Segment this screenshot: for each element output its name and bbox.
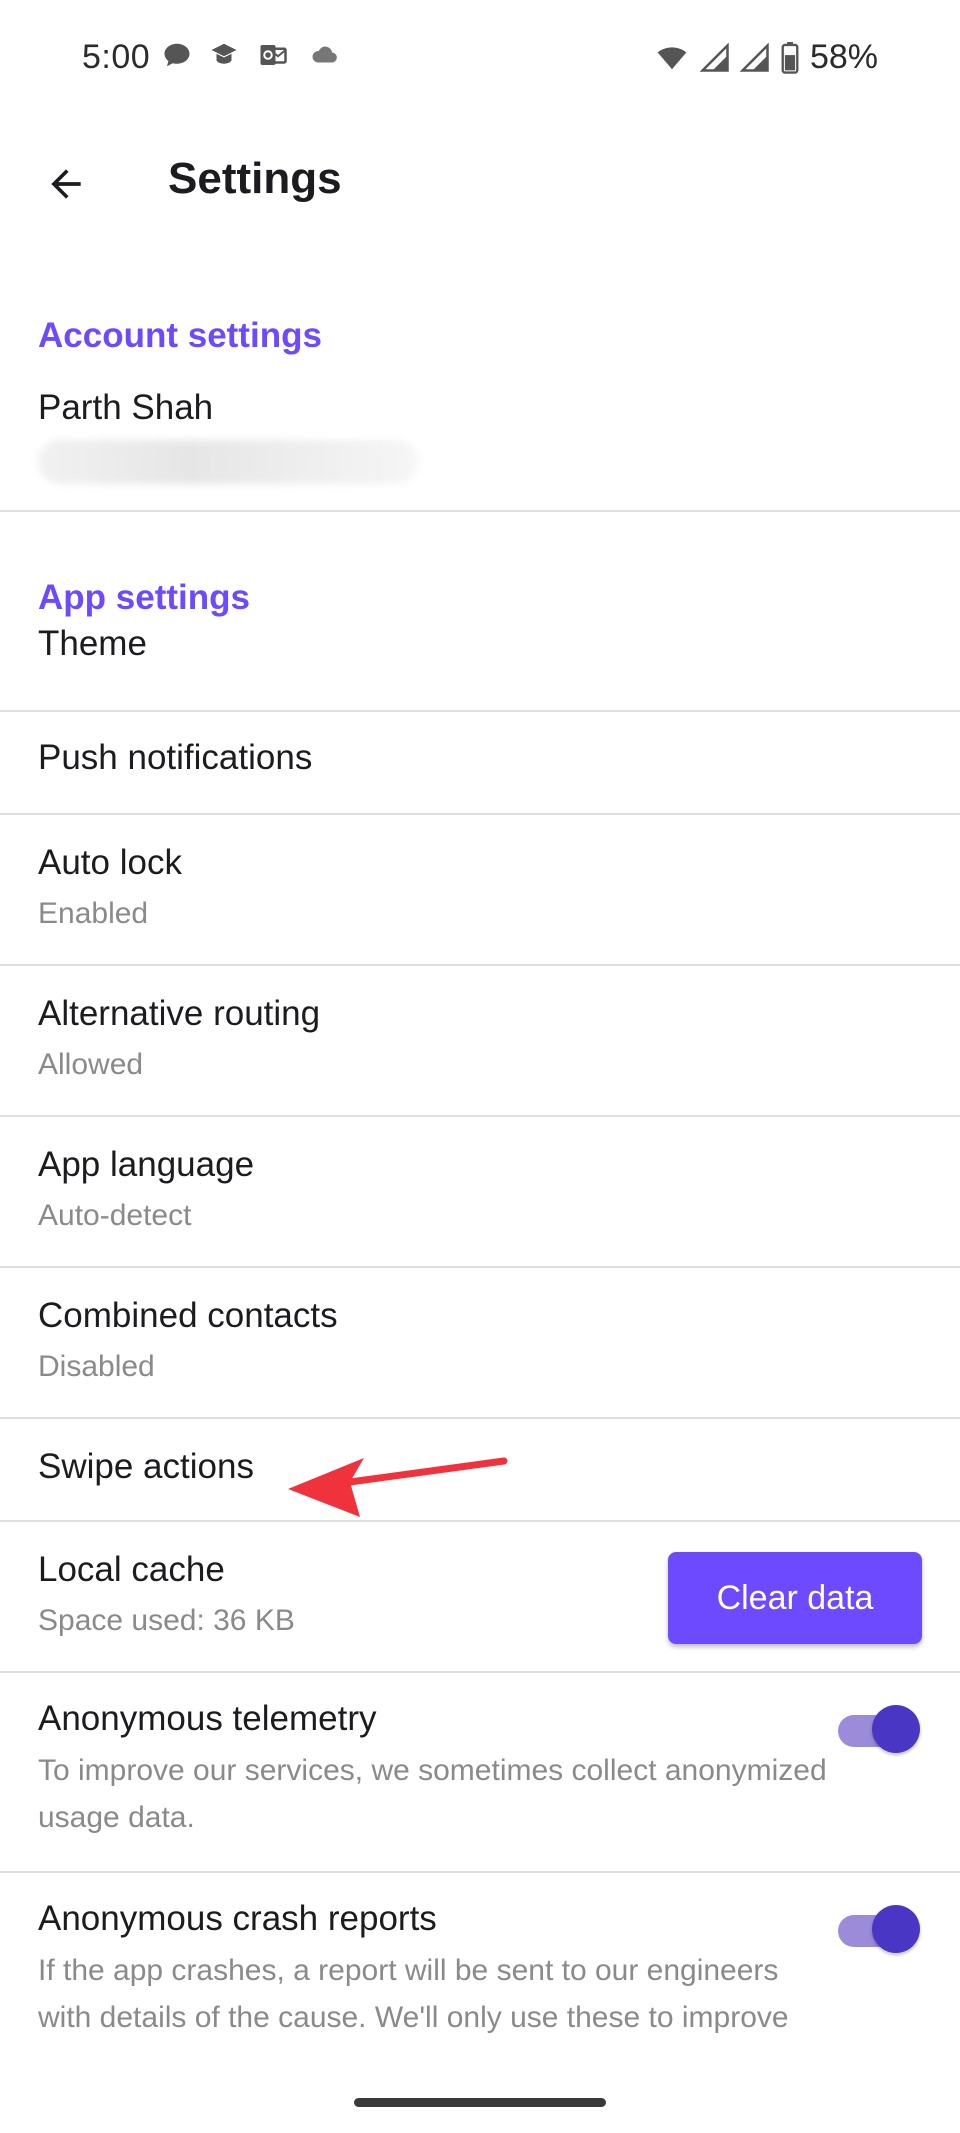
app-settings-header-row: App settings — [0, 512, 960, 617]
setting-title: Alternative routing — [38, 994, 321, 1033]
setting-app-language[interactable]: App language Auto-detect — [0, 1117, 960, 1268]
app-bar: Settings — [0, 120, 960, 244]
setting-subtitle: Enabled — [38, 897, 149, 930]
account-name: Parth Shah — [38, 388, 214, 427]
chat-icon — [162, 40, 192, 70]
status-bar: 5:00 58% — [0, 0, 960, 120]
clear-data-button[interactable]: Clear data — [668, 1552, 922, 1644]
back-button[interactable] — [36, 156, 96, 216]
setting-title: Local cache — [38, 1550, 225, 1589]
cloud-icon — [306, 40, 342, 70]
setting-anonymous-telemetry[interactable]: Anonymous telemetry To improve our servi… — [0, 1673, 960, 1873]
setting-title: Push notifications — [38, 738, 313, 777]
graduation-cap-icon — [208, 40, 240, 70]
setting-anonymous-crash-reports[interactable]: Anonymous crash reports If the app crash… — [0, 1873, 960, 2093]
toggle-thumb — [872, 1705, 920, 1753]
section-header-account: Account settings — [38, 316, 322, 355]
setting-alternative-routing[interactable]: Alternative routing Allowed — [0, 966, 960, 1117]
setting-auto-lock[interactable]: Auto lock Enabled — [0, 815, 960, 966]
account-email-redacted — [38, 440, 418, 484]
battery-percent: 58% — [809, 38, 878, 76]
wifi-icon — [654, 43, 690, 73]
setting-push-notifications[interactable]: Push notifications — [0, 712, 960, 815]
status-time: 5:00 — [82, 38, 151, 76]
setting-description: If the app crashes, a report will be sen… — [38, 1954, 789, 2034]
setting-title: Auto lock — [38, 843, 182, 882]
setting-title: Anonymous crash reports — [38, 1899, 437, 1938]
setting-subtitle: Disabled — [38, 1350, 155, 1383]
outlook-icon — [256, 40, 290, 70]
setting-subtitle: Allowed — [38, 1048, 144, 1081]
setting-subtitle: Space used: 36 KB — [38, 1604, 295, 1637]
signal-icon — [699, 42, 730, 73]
crash-reports-toggle[interactable] — [838, 1905, 920, 1953]
page-title: Settings — [168, 154, 342, 203]
setting-title: Anonymous telemetry — [38, 1699, 377, 1738]
annotation-arrow-icon — [280, 1445, 520, 1530]
setting-combined-contacts[interactable]: Combined contacts Disabled — [0, 1268, 960, 1419]
telemetry-toggle[interactable] — [838, 1705, 920, 1753]
battery-icon — [780, 41, 800, 74]
settings-list: Account settings Parth Shah App settings… — [0, 300, 960, 2093]
setting-title: Swipe actions — [38, 1447, 254, 1486]
signal-icon — [739, 42, 770, 73]
setting-title: App language — [38, 1145, 255, 1184]
toggle-thumb — [872, 1905, 920, 1953]
setting-theme[interactable]: Theme — [0, 608, 960, 712]
arrow-back-icon — [44, 162, 88, 211]
setting-description: To improve our services, we sometimes co… — [38, 1754, 827, 1834]
gesture-nav-handle[interactable] — [354, 2098, 606, 2107]
status-right: 58% — [654, 38, 878, 77]
setting-title: Theme — [38, 624, 147, 663]
setting-local-cache: Local cache Space used: 36 KB Clear data — [0, 1522, 960, 1673]
account-settings-section[interactable]: Account settings Parth Shah — [0, 300, 960, 512]
setting-title: Combined contacts — [38, 1296, 338, 1335]
settings-screen: 5:00 58% Settings Account settings Parth… — [0, 0, 960, 2133]
setting-subtitle: Auto-detect — [38, 1199, 192, 1232]
notification-icons — [162, 40, 342, 70]
